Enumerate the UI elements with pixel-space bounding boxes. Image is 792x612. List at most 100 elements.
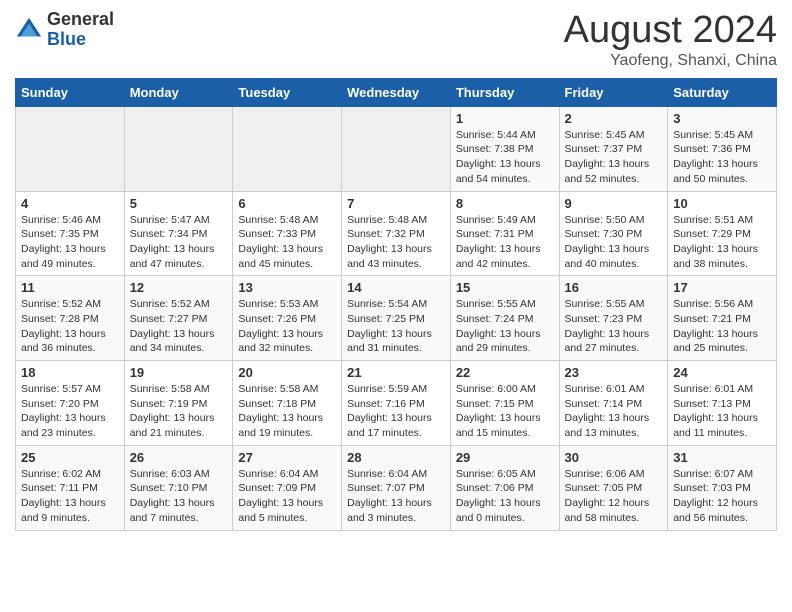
day-info: Sunrise: 5:56 AM Sunset: 7:21 PM Dayligh…	[673, 297, 771, 356]
day-of-week-tuesday: Tuesday	[233, 78, 342, 106]
logo-icon	[15, 16, 43, 44]
calendar-cell: 1Sunrise: 5:44 AM Sunset: 7:38 PM Daylig…	[450, 106, 559, 191]
calendar-cell: 24Sunrise: 6:01 AM Sunset: 7:13 PM Dayli…	[668, 361, 777, 446]
page-header: General Blue August 2024 Yaofeng, Shanxi…	[15, 10, 777, 70]
calendar-cell: 17 Sunrise: 5:56 AM Sunset: 7:21 PM Dayli…	[668, 276, 777, 361]
day-info: Sunrise: 5:45 AM Sunset: 7:37 PM Dayligh…	[565, 128, 663, 187]
day-number: 6	[238, 196, 336, 211]
calendar-cell: 18 Sunrise: 5:57 AM Sunset: 7:20 PM Dayli…	[16, 361, 125, 446]
day-info: Sunrise: 5:53 AM Sunset: 7:26 PM Dayligh…	[238, 297, 336, 356]
calendar-cell: 22Sunrise: 6:00 AM Sunset: 7:15 PM Dayli…	[450, 361, 559, 446]
day-of-week-monday: Monday	[124, 78, 233, 106]
day-info: Sunrise: 5:45 AM Sunset: 7:36 PM Dayligh…	[673, 128, 771, 187]
calendar-cell: 14Sunrise: 5:54 AM Sunset: 7:25 PM Dayli…	[342, 276, 451, 361]
day-info: Sunrise: 6:05 AM Sunset: 7:06 PM Dayligh…	[456, 467, 554, 526]
calendar-cell: 20 Sunrise: 5:58 AM Sunset: 7:18 PM Dayli…	[233, 361, 342, 446]
calendar-cell: 29 Sunrise: 6:05 AM Sunset: 7:06 PM Dayli…	[450, 445, 559, 530]
calendar-cell: 28 Sunrise: 6:04 AM Sunset: 7:07 PM Dayli…	[342, 445, 451, 530]
day-number: 17	[673, 280, 771, 295]
day-info: Sunrise: 6:06 AM Sunset: 7:05 PM Dayligh…	[565, 467, 663, 526]
calendar-cell: 19 Sunrise: 5:58 AM Sunset: 7:19 PM Dayli…	[124, 361, 233, 446]
day-number: 16	[565, 280, 663, 295]
day-number: 19	[130, 365, 228, 380]
day-number: 10	[673, 196, 771, 211]
day-number: 5	[130, 196, 228, 211]
calendar-cell: 10 Sunrise: 5:51 AM Sunset: 7:29 PM Dayli…	[668, 191, 777, 276]
day-number: 11	[21, 280, 119, 295]
day-info: Sunrise: 6:04 AM Sunset: 7:07 PM Dayligh…	[347, 467, 445, 526]
calendar-week-1: 1Sunrise: 5:44 AM Sunset: 7:38 PM Daylig…	[16, 106, 777, 191]
day-of-week-friday: Friday	[559, 78, 668, 106]
day-number: 26	[130, 450, 228, 465]
day-info: Sunrise: 6:07 AM Sunset: 7:03 PM Dayligh…	[673, 467, 771, 526]
calendar-cell: 15Sunrise: 5:55 AM Sunset: 7:24 PM Dayli…	[450, 276, 559, 361]
logo-text: General Blue	[47, 10, 114, 50]
day-info: Sunrise: 5:58 AM Sunset: 7:19 PM Dayligh…	[130, 382, 228, 441]
day-number: 9	[565, 196, 663, 211]
day-info: Sunrise: 5:48 AM Sunset: 7:32 PM Dayligh…	[347, 213, 445, 272]
logo: General Blue	[15, 10, 114, 50]
day-number: 8	[456, 196, 554, 211]
title-block: August 2024 Yaofeng, Shanxi, China	[564, 10, 777, 70]
day-info: Sunrise: 5:52 AM Sunset: 7:27 PM Dayligh…	[130, 297, 228, 356]
calendar-cell: 5 Sunrise: 5:47 AM Sunset: 7:34 PM Daylig…	[124, 191, 233, 276]
day-info: Sunrise: 6:01 AM Sunset: 7:14 PM Dayligh…	[565, 382, 663, 441]
calendar-week-3: 11Sunrise: 5:52 AM Sunset: 7:28 PM Dayli…	[16, 276, 777, 361]
day-info: Sunrise: 5:54 AM Sunset: 7:25 PM Dayligh…	[347, 297, 445, 356]
calendar-cell: 26 Sunrise: 6:03 AM Sunset: 7:10 PM Dayli…	[124, 445, 233, 530]
day-info: Sunrise: 5:48 AM Sunset: 7:33 PM Dayligh…	[238, 213, 336, 272]
day-info: Sunrise: 5:47 AM Sunset: 7:34 PM Dayligh…	[130, 213, 228, 272]
calendar-cell: 6 Sunrise: 5:48 AM Sunset: 7:33 PM Daylig…	[233, 191, 342, 276]
calendar-cell: 27 Sunrise: 6:04 AM Sunset: 7:09 PM Dayli…	[233, 445, 342, 530]
day-number: 31	[673, 450, 771, 465]
day-number: 7	[347, 196, 445, 211]
day-number: 12	[130, 280, 228, 295]
day-of-week-sunday: Sunday	[16, 78, 125, 106]
day-number: 18	[21, 365, 119, 380]
day-number: 23	[565, 365, 663, 380]
calendar-cell: 21 Sunrise: 5:59 AM Sunset: 7:16 PM Dayli…	[342, 361, 451, 446]
day-info: Sunrise: 5:46 AM Sunset: 7:35 PM Dayligh…	[21, 213, 119, 272]
day-number: 27	[238, 450, 336, 465]
day-number: 21	[347, 365, 445, 380]
day-number: 4	[21, 196, 119, 211]
day-info: Sunrise: 5:59 AM Sunset: 7:16 PM Dayligh…	[347, 382, 445, 441]
calendar-table: SundayMondayTuesdayWednesdayThursdayFrid…	[15, 78, 777, 531]
day-info: Sunrise: 6:01 AM Sunset: 7:13 PM Dayligh…	[673, 382, 771, 441]
day-info: Sunrise: 5:49 AM Sunset: 7:31 PM Dayligh…	[456, 213, 554, 272]
calendar-cell: 23 Sunrise: 6:01 AM Sunset: 7:14 PM Dayli…	[559, 361, 668, 446]
calendar-cell	[16, 106, 125, 191]
calendar-cell: 9Sunrise: 5:50 AM Sunset: 7:30 PM Daylig…	[559, 191, 668, 276]
day-info: Sunrise: 6:04 AM Sunset: 7:09 PM Dayligh…	[238, 467, 336, 526]
day-number: 25	[21, 450, 119, 465]
day-of-week-wednesday: Wednesday	[342, 78, 451, 106]
calendar-cell: 25 Sunrise: 6:02 AM Sunset: 7:11 PM Dayli…	[16, 445, 125, 530]
day-number: 2	[565, 111, 663, 126]
calendar-header: SundayMondayTuesdayWednesdayThursdayFrid…	[16, 78, 777, 106]
calendar-cell: 31 Sunrise: 6:07 AM Sunset: 7:03 PM Dayli…	[668, 445, 777, 530]
calendar-cell: 3Sunrise: 5:45 AM Sunset: 7:36 PM Daylig…	[668, 106, 777, 191]
calendar-week-5: 25 Sunrise: 6:02 AM Sunset: 7:11 PM Dayli…	[16, 445, 777, 530]
day-number: 1	[456, 111, 554, 126]
location: Yaofeng, Shanxi, China	[564, 52, 777, 70]
month-year: August 2024	[564, 10, 777, 52]
calendar-cell	[233, 106, 342, 191]
day-number: 28	[347, 450, 445, 465]
calendar-cell: 30Sunrise: 6:06 AM Sunset: 7:05 PM Dayli…	[559, 445, 668, 530]
calendar-cell: 7 Sunrise: 5:48 AM Sunset: 7:32 PM Daylig…	[342, 191, 451, 276]
day-number: 29	[456, 450, 554, 465]
calendar-cell: 8 Sunrise: 5:49 AM Sunset: 7:31 PM Daylig…	[450, 191, 559, 276]
day-info: Sunrise: 6:02 AM Sunset: 7:11 PM Dayligh…	[21, 467, 119, 526]
day-info: Sunrise: 5:57 AM Sunset: 7:20 PM Dayligh…	[21, 382, 119, 441]
day-number: 20	[238, 365, 336, 380]
calendar-cell: 12 Sunrise: 5:52 AM Sunset: 7:27 PM Dayli…	[124, 276, 233, 361]
day-header-row: SundayMondayTuesdayWednesdayThursdayFrid…	[16, 78, 777, 106]
day-info: Sunrise: 6:03 AM Sunset: 7:10 PM Dayligh…	[130, 467, 228, 526]
calendar-cell: 2 Sunrise: 5:45 AM Sunset: 7:37 PM Daylig…	[559, 106, 668, 191]
day-number: 22	[456, 365, 554, 380]
calendar-cell: 4 Sunrise: 5:46 AM Sunset: 7:35 PM Daylig…	[16, 191, 125, 276]
day-info: Sunrise: 5:58 AM Sunset: 7:18 PM Dayligh…	[238, 382, 336, 441]
calendar-body: 1Sunrise: 5:44 AM Sunset: 7:38 PM Daylig…	[16, 106, 777, 530]
day-of-week-thursday: Thursday	[450, 78, 559, 106]
day-info: Sunrise: 5:51 AM Sunset: 7:29 PM Dayligh…	[673, 213, 771, 272]
